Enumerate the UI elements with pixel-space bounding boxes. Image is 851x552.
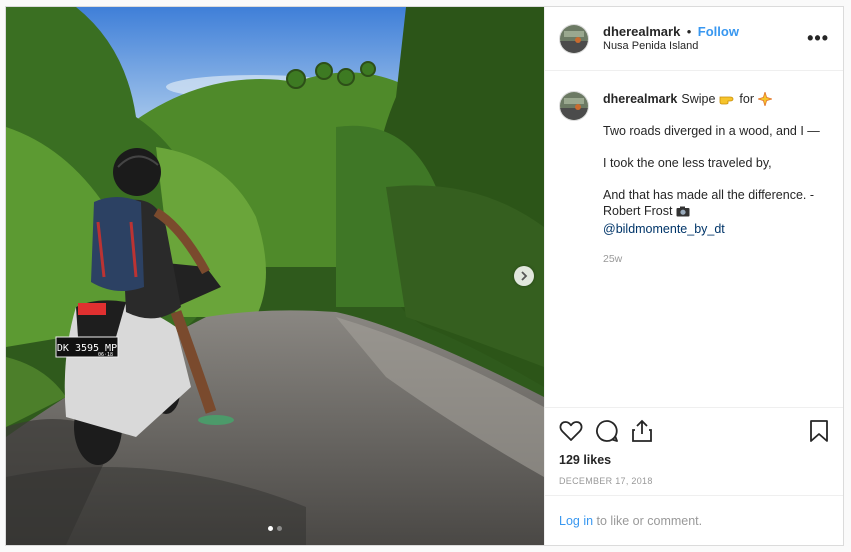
avatar[interactable] <box>559 23 589 54</box>
caption-line-1: Two roads diverged in a wood, and I — <box>603 124 820 138</box>
carousel-dot-active <box>268 526 273 531</box>
caption-for: for <box>739 92 754 106</box>
post-sidebar: dherealmark • Follow Nusa Penida Island … <box>544 7 843 545</box>
carousel-dot <box>277 526 282 531</box>
more-options-icon[interactable]: ••• <box>807 28 829 49</box>
comments-area: dherealmark Swipe for Two roads diverged… <box>545 71 843 407</box>
header-separator: • <box>686 23 692 39</box>
comment-icon[interactable] <box>595 419 619 443</box>
caption-username[interactable]: dherealmark <box>603 91 677 107</box>
next-photo-button[interactable] <box>514 266 534 286</box>
caption-intro: Swipe <box>681 92 716 106</box>
login-prompt-text: to like or comment. <box>593 513 703 528</box>
chevron-right-icon <box>521 271 528 281</box>
caption: dherealmark Swipe for Two roads diverged… <box>603 91 829 407</box>
carousel-indicator <box>6 526 544 531</box>
caption-line-2: I took the one less traveled by, <box>603 156 772 170</box>
share-icon[interactable] <box>631 419 653 443</box>
action-bar: 129 likes DECEMBER 17, 2018 <box>545 407 843 495</box>
photo-scene: DK 3595 MP 06·18 <box>6 7 544 545</box>
mention-link[interactable]: @bildmomente_by_dt <box>603 222 725 236</box>
caption-avatar[interactable] <box>559 91 589 121</box>
login-prompt: Log in to like or comment. <box>545 495 843 545</box>
caption-time-ago: 25w <box>603 253 623 265</box>
post-date: DECEMBER 17, 2018 <box>559 476 653 486</box>
bookmark-icon[interactable] <box>809 419 829 443</box>
sparkle-emoji <box>758 92 772 106</box>
caption-line-3: And that has made all the difference. - … <box>603 188 815 218</box>
login-link[interactable]: Log in <box>559 514 593 528</box>
camera-emoji <box>676 205 690 221</box>
follow-button[interactable]: Follow <box>698 24 739 39</box>
location-link[interactable]: Nusa Penida Island <box>603 39 807 54</box>
point-right-emoji <box>719 93 735 105</box>
svg-text:06·18: 06·18 <box>98 352 113 358</box>
header-username[interactable]: dherealmark <box>603 24 680 39</box>
avatar-image <box>560 92 588 120</box>
post-card: DK 3595 MP 06·18 dherealmark • Follow Nu… <box>5 6 844 546</box>
post-header: dherealmark • Follow Nusa Penida Island … <box>545 7 843 71</box>
avatar-image <box>560 24 588 53</box>
post-photo[interactable]: DK 3595 MP 06·18 <box>6 7 544 545</box>
heart-icon[interactable] <box>559 420 583 442</box>
likes-count[interactable]: 129 likes <box>559 453 829 467</box>
